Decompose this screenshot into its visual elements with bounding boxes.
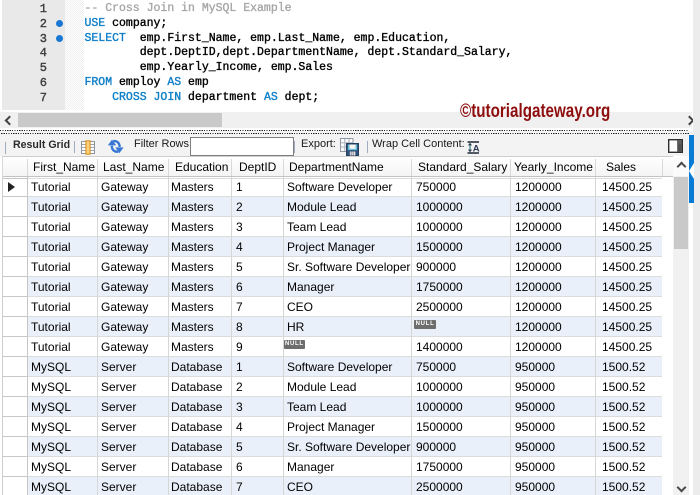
svg-text:A: A bbox=[473, 144, 480, 154]
